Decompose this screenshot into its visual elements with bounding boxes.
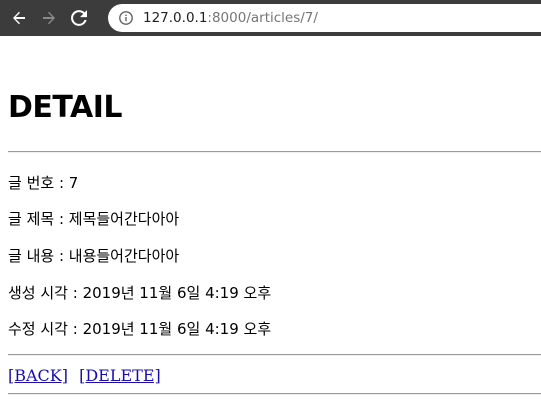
reload-icon bbox=[71, 10, 87, 26]
back-link[interactable]: [BACK] bbox=[8, 366, 68, 385]
field-label: 생성 시각 bbox=[8, 284, 68, 302]
field-created-at: 생성 시각 : 2019년 11월 6일 4:19 오후 bbox=[8, 284, 272, 302]
address-bar[interactable]: 127.0.0.1:8000/articles/7/ bbox=[108, 4, 541, 32]
field-label: 글 번호 bbox=[8, 174, 55, 192]
info-icon[interactable] bbox=[119, 11, 133, 25]
back-arrow-icon bbox=[13, 11, 25, 25]
field-updated-at: 수정 시각 : 2019년 11월 6일 4:19 오후 bbox=[8, 320, 272, 338]
forward-arrow-icon bbox=[43, 11, 55, 25]
field-value: 2019년 11월 6일 4:19 오후 bbox=[82, 284, 272, 302]
field-label: 글 내용 bbox=[8, 247, 55, 265]
page-title: DETAIL bbox=[8, 90, 123, 125]
middle-divider bbox=[8, 354, 541, 356]
field-article-title: 글 제목 : 제목들어간다아아 bbox=[8, 210, 180, 228]
field-value: 내용들어간다아아 bbox=[68, 247, 180, 265]
action-links: [BACK] [DELETE] bbox=[8, 366, 161, 385]
field-article-number: 글 번호 : 7 bbox=[8, 174, 79, 192]
reload-button[interactable] bbox=[68, 7, 90, 29]
field-value: 제목들어간다아아 bbox=[68, 210, 180, 228]
field-value: 2019년 11월 6일 4:19 오후 bbox=[82, 320, 272, 338]
back-button[interactable] bbox=[8, 7, 30, 29]
browser-toolbar: 127.0.0.1:8000/articles/7/ bbox=[0, 0, 541, 36]
url-text[interactable]: 127.0.0.1:8000/articles/7/ bbox=[143, 10, 318, 26]
field-label: 수정 시각 bbox=[8, 320, 68, 338]
field-article-content: 글 내용 : 내용들어간다아아 bbox=[8, 247, 180, 265]
url-host: 127.0.0.1 bbox=[143, 10, 208, 26]
top-divider bbox=[8, 151, 541, 153]
field-value: 7 bbox=[68, 174, 79, 192]
field-label: 글 제목 bbox=[8, 210, 55, 228]
url-path: :8000/articles/7/ bbox=[207, 10, 318, 26]
forward-button[interactable] bbox=[38, 7, 60, 29]
delete-link[interactable]: [DELETE] bbox=[79, 366, 161, 385]
bottom-divider bbox=[8, 393, 541, 395]
